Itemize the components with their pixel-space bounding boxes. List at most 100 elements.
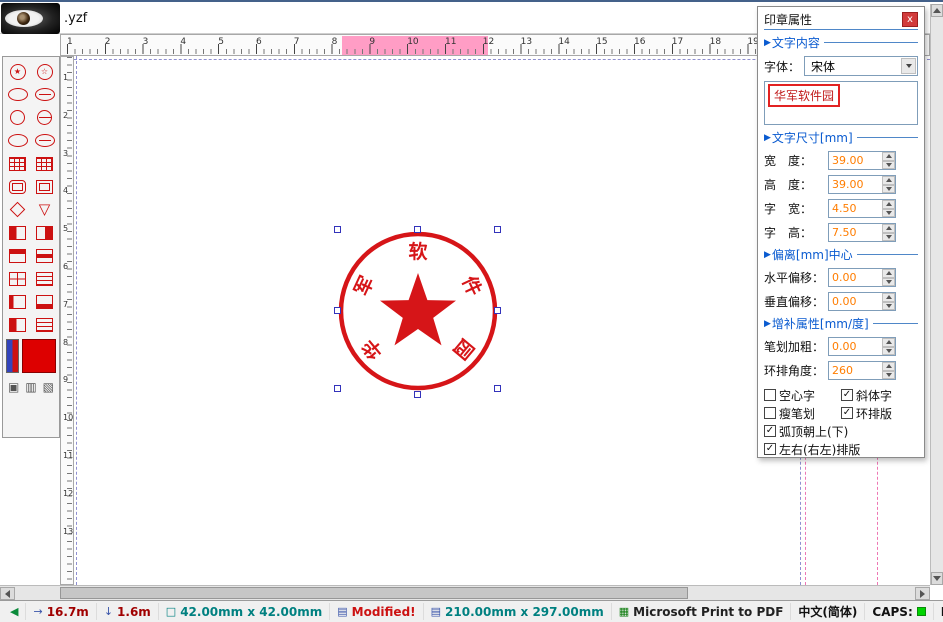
spin-down-icon[interactable]	[882, 185, 895, 194]
checkbox-box[interactable]: ✓	[764, 425, 776, 437]
checkbox-option[interactable]: 空心字	[764, 386, 841, 404]
seal-character: 园	[449, 335, 478, 364]
offset-field-input[interactable]: 0.00	[828, 268, 896, 287]
spin-down-icon[interactable]	[882, 209, 895, 218]
selection-handle[interactable]	[334, 226, 341, 233]
spin-up-icon[interactable]	[882, 152, 895, 161]
seal-object[interactable]: 华军软件园	[333, 226, 503, 396]
scroll-down-arrow-icon[interactable]	[931, 572, 943, 585]
chevron-down-icon[interactable]	[901, 58, 916, 74]
spin-up-icon[interactable]	[882, 362, 895, 371]
checkbox-box[interactable]: ✓	[841, 407, 853, 419]
offset-field-label: 垂直偏移：	[764, 293, 828, 310]
spin-up-icon[interactable]	[882, 200, 895, 209]
horizontal-scrollbar[interactable]	[0, 585, 930, 600]
stamp-tool-icon[interactable]: ▣	[6, 378, 21, 395]
eye-icon	[5, 10, 43, 27]
size-field-input[interactable]: 39.00	[828, 151, 896, 170]
checkbox-option[interactable]: ✓弧顶朝上(下)	[764, 422, 918, 440]
checkbox-box[interactable]	[764, 389, 776, 401]
checkbox-box[interactable]: ✓	[841, 389, 853, 401]
selection-handle[interactable]	[494, 226, 501, 233]
table-seal-icon[interactable]	[31, 152, 58, 175]
extra-field-input[interactable]: 260	[828, 361, 896, 380]
size-field-label: 字 高：	[764, 224, 828, 241]
seal-text-input[interactable]: 华军软件园	[764, 81, 918, 125]
vertical-scrollbar[interactable]	[930, 4, 943, 585]
spin-up-icon[interactable]	[882, 224, 895, 233]
panel-title-bar[interactable]: 印章属性 x	[764, 9, 918, 30]
oval-seal-icon[interactable]	[4, 129, 31, 152]
rect-split-left-seal-icon[interactable]	[4, 221, 31, 244]
oval-line-seal-icon[interactable]	[31, 129, 58, 152]
status-scroll-left-icon[interactable]: ◀	[3, 603, 26, 620]
checkbox-option[interactable]: ✓左右(右左)排版	[764, 440, 918, 458]
spin-up-icon[interactable]	[882, 176, 895, 185]
selection-handle[interactable]	[494, 385, 501, 392]
checkbox-box[interactable]	[764, 407, 776, 419]
offset-field-value: 0.00	[829, 269, 882, 286]
rect-top-band-seal-icon[interactable]	[4, 244, 31, 267]
offset-field-input[interactable]: 0.00	[828, 292, 896, 311]
circle-star-outline-seal-icon[interactable]: ☆	[31, 60, 58, 83]
h-ruler-number: 2	[105, 37, 111, 47]
checkbox-option[interactable]: ✓斜体字	[841, 386, 918, 404]
selection-handle[interactable]	[334, 385, 341, 392]
rect-quad-seal-icon[interactable]	[4, 267, 31, 290]
extra-field-input[interactable]: 0.00	[828, 337, 896, 356]
rect-mid-band-seal-icon[interactable]	[31, 244, 58, 267]
spin-down-icon[interactable]	[882, 233, 895, 242]
rect-rows-seal-icon[interactable]	[31, 267, 58, 290]
selection-handle[interactable]	[494, 307, 501, 314]
selection-handle[interactable]	[414, 226, 421, 233]
checkbox-box[interactable]: ✓	[764, 443, 776, 455]
size-field-input[interactable]: 7.50	[828, 223, 896, 242]
spin-down-icon[interactable]	[882, 371, 895, 380]
spin-up-icon[interactable]	[882, 338, 895, 347]
rect-corner-seal-icon[interactable]	[4, 313, 31, 336]
size-field-input[interactable]: 4.50	[828, 199, 896, 218]
panel-close-button[interactable]: x	[902, 12, 918, 27]
ellipse-seal-icon[interactable]	[4, 83, 31, 106]
spin-up-icon[interactable]	[882, 293, 895, 302]
spinner-buttons	[882, 338, 895, 355]
color-pair-swatch[interactable]	[6, 339, 19, 373]
ink-tool-icon[interactable]: ▧	[41, 378, 56, 395]
circle-star-seal-icon[interactable]: ★	[4, 60, 31, 83]
scroll-right-arrow-icon[interactable]	[915, 587, 930, 600]
selection-handle[interactable]	[334, 307, 341, 314]
diamond-seal-icon[interactable]	[4, 198, 31, 221]
v-ruler-number: 3	[63, 149, 68, 158]
circle-line-seal-icon[interactable]	[31, 106, 58, 129]
grid-seal-icon[interactable]	[4, 152, 31, 175]
circle-seal-icon[interactable]	[4, 106, 31, 129]
current-color-swatch[interactable]	[22, 339, 56, 373]
h-ruler-number: 5	[218, 37, 224, 47]
rect-split-right-seal-icon[interactable]	[31, 221, 58, 244]
selection-handle[interactable]	[414, 391, 421, 398]
rect-bottom-band-seal-icon[interactable]	[31, 290, 58, 313]
seal-properties-panel: 印章属性 x 文字内容 字体： 宋体 华军软件园 文字尺寸[mm] 宽 度：39…	[757, 6, 925, 458]
rect-lines-seal-icon[interactable]	[31, 313, 58, 336]
spin-down-icon[interactable]	[882, 278, 895, 287]
size-field-input[interactable]: 39.00	[828, 175, 896, 194]
scroll-left-arrow-icon[interactable]	[0, 587, 15, 600]
font-select[interactable]: 宋体	[804, 56, 918, 76]
scroll-up-arrow-icon[interactable]	[931, 4, 943, 17]
spin-down-icon[interactable]	[882, 161, 895, 170]
checkbox-option[interactable]: ✓环排版	[841, 404, 918, 422]
horizontal-scroll-thumb[interactable]	[60, 587, 688, 599]
rect-left-bar-seal-icon[interactable]	[4, 290, 31, 313]
triangle-seal-icon[interactable]: ▽	[31, 198, 58, 221]
v-ruler-number: 10	[63, 413, 73, 422]
sheet-tool-icon[interactable]: ▥	[23, 378, 38, 395]
spin-down-icon[interactable]	[882, 302, 895, 311]
double-rect-seal-icon[interactable]	[31, 175, 58, 198]
status-seal-size-icon: □	[166, 605, 176, 618]
spin-down-icon[interactable]	[882, 347, 895, 356]
spin-up-icon[interactable]	[882, 269, 895, 278]
rounded-rect-seal-icon[interactable]	[4, 175, 31, 198]
checkbox-option[interactable]: 瘦笔划	[764, 404, 841, 422]
spinner-buttons	[882, 224, 895, 241]
ellipse-line-seal-icon[interactable]	[31, 83, 58, 106]
